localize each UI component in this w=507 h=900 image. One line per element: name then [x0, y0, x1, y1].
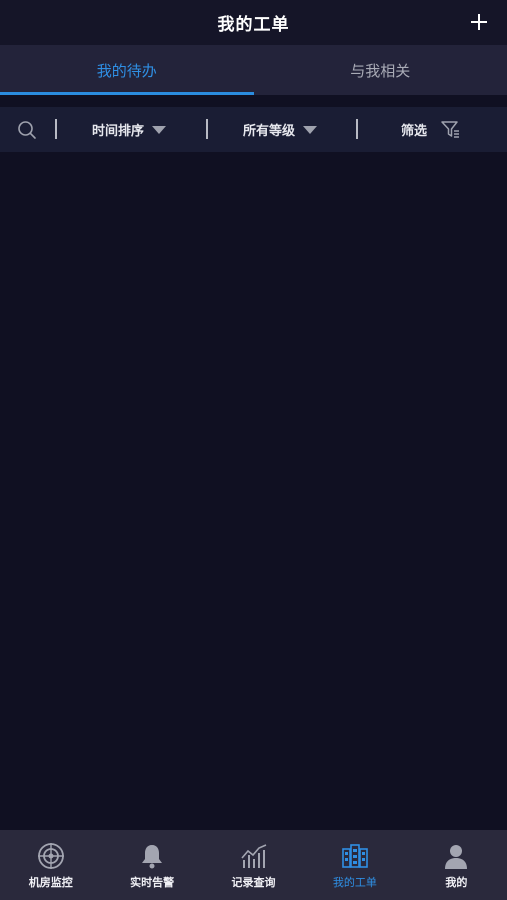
level-dropdown[interactable]: 所有等级 — [243, 107, 318, 152]
divider — [206, 119, 208, 139]
work-order-list — [0, 152, 507, 830]
bell-icon — [142, 845, 163, 869]
add-button[interactable] — [465, 8, 493, 36]
filter-button[interactable]: 筛选 — [401, 107, 461, 152]
page-title: 我的工单 — [217, 15, 290, 35]
sort-dropdown[interactable]: 时间排序 — [92, 107, 167, 152]
nav-label: 实时告警 — [130, 876, 175, 889]
chevron-down-icon — [303, 125, 318, 134]
nav-label: 机房监控 — [28, 876, 73, 889]
nav-item-my-work-orders[interactable]: 我的工单 — [304, 830, 405, 900]
user-icon — [445, 845, 468, 869]
sort-label: 时间排序 — [92, 124, 145, 139]
level-label: 所有等级 — [243, 124, 296, 139]
chart-icon — [240, 844, 266, 868]
divider — [0, 95, 507, 107]
tab-my-todo[interactable]: 我的待办 — [0, 45, 254, 95]
nav-label: 我的 — [445, 876, 468, 889]
tab-label: 我的待办 — [96, 61, 157, 80]
nav-item-room-monitor[interactable]: 机房监控 — [0, 830, 101, 900]
nav-label: 我的工单 — [332, 876, 377, 889]
nav-label: 记录查询 — [231, 876, 276, 889]
bottom-nav: 机房监控 实时告警 记录查询 我的工单 我的 — [0, 830, 507, 900]
building-icon — [342, 844, 368, 868]
tab-label: 与我相关 — [350, 61, 411, 80]
filter-bar: 时间排序 所有等级 筛选 — [0, 107, 507, 152]
app-root: 我的工单 我的待办 与我相关 时间排序 所有等级 筛选 机房监控 实时告警 记录… — [0, 0, 507, 900]
search-icon[interactable] — [17, 120, 37, 140]
plus-icon — [471, 14, 487, 30]
divider — [55, 119, 57, 139]
divider — [356, 119, 358, 139]
nav-item-realtime-alarm[interactable]: 实时告警 — [101, 830, 202, 900]
target-icon — [37, 843, 64, 869]
tab-related-to-me[interactable]: 与我相关 — [254, 45, 507, 95]
filter-label: 筛选 — [401, 124, 428, 139]
top-bar: 我的工单 — [0, 0, 507, 45]
nav-item-mine[interactable]: 我的 — [406, 830, 507, 900]
tab-bar: 我的待办 与我相关 — [0, 45, 507, 95]
chevron-down-icon — [152, 125, 167, 134]
filter-icon — [441, 120, 460, 138]
nav-item-record-query[interactable]: 记录查询 — [203, 830, 304, 900]
